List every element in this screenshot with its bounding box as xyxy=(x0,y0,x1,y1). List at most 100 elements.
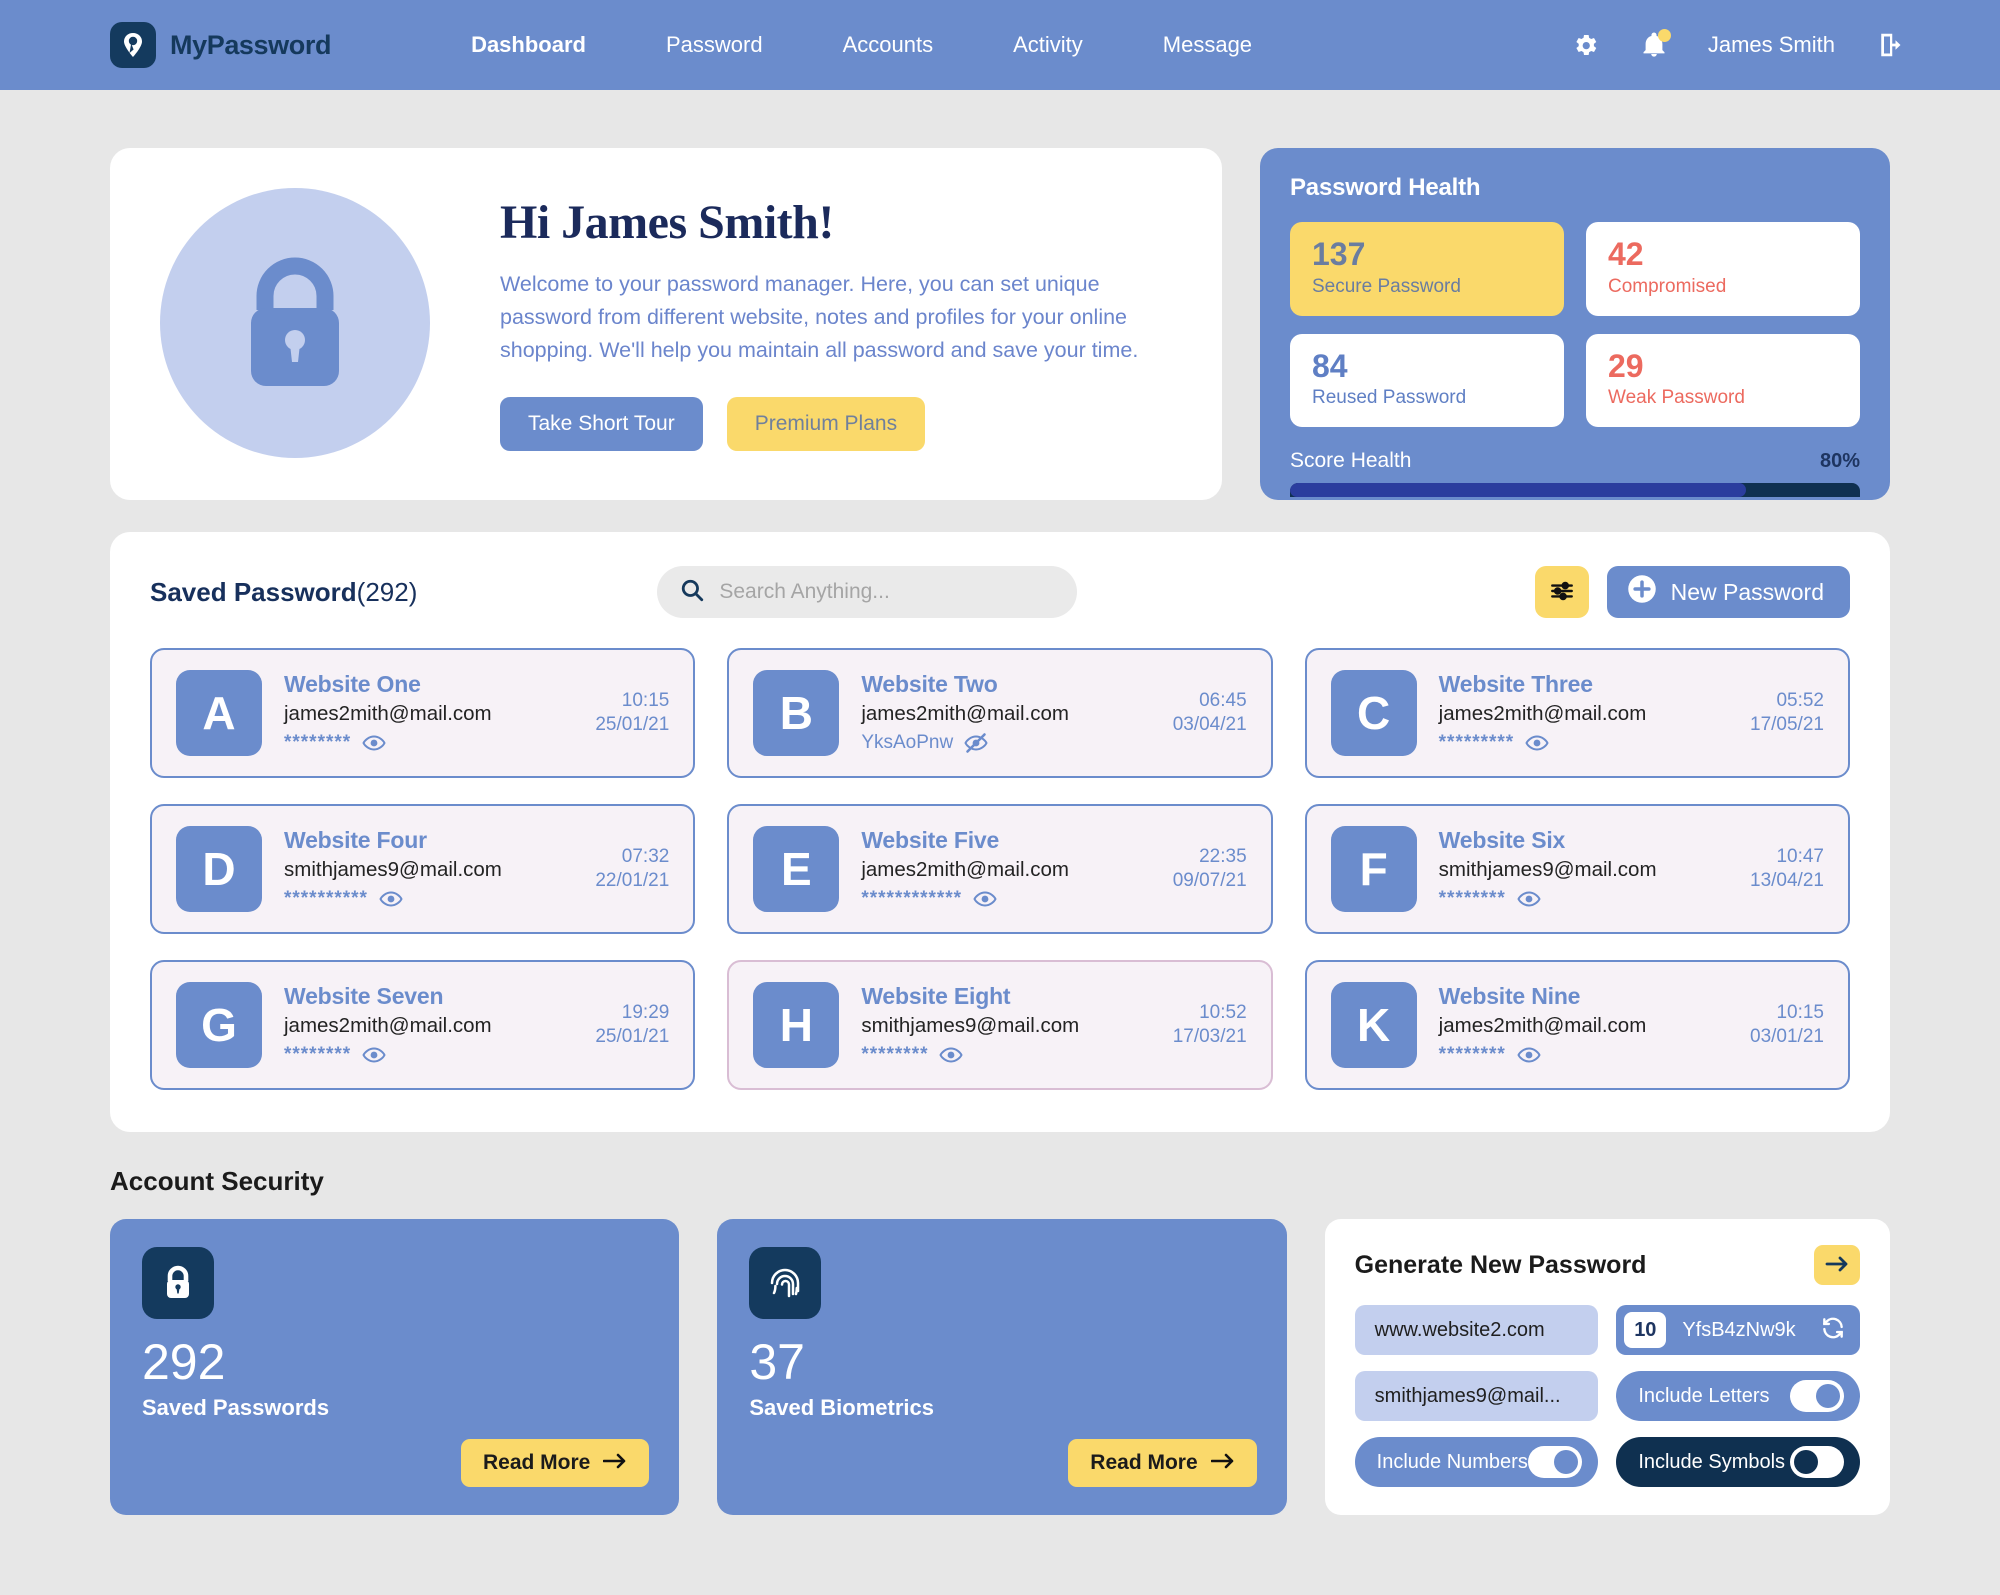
saved-biometrics-stat-card: 37 Saved Biometrics Read More xyxy=(717,1219,1287,1515)
stat-compromised[interactable]: 42 Compromised xyxy=(1586,222,1860,316)
account-email: james2mith@mail.com xyxy=(861,702,1069,725)
stat-label: Saved Biometrics xyxy=(749,1395,934,1420)
site-name: Website Five xyxy=(861,827,1000,853)
eye-icon[interactable] xyxy=(973,887,997,911)
nav-item-dashboard[interactable]: Dashboard xyxy=(431,32,626,58)
password-card[interactable]: H Website Eight smithjames9@mail.com ******… xyxy=(727,960,1273,1090)
stat-reused-password[interactable]: 84 Reused Password xyxy=(1290,333,1564,428)
brand-logo-group[interactable]: MyPassword xyxy=(110,22,331,68)
logout-icon[interactable] xyxy=(1875,30,1905,60)
toggle-label: Include Symbols xyxy=(1638,1450,1786,1473)
password-card[interactable]: G Website Seven james2mith@mail.com *******… xyxy=(150,960,696,1090)
date-value: 09/07/21 xyxy=(1172,870,1247,891)
hero-row: Hi James Smith! Welcome to your password… xyxy=(110,148,1890,500)
time-value: 07:32 xyxy=(621,845,670,867)
stat-value: 29 xyxy=(1608,347,1644,384)
saved-passwords-count: (292) xyxy=(356,576,418,607)
password-card-info: Website Nine james2mith@mail.com ******** xyxy=(1439,983,1728,1067)
password-length-badge[interactable]: 10 xyxy=(1624,1312,1667,1348)
account-email: james2mith@mail.com xyxy=(284,702,492,725)
eye-icon[interactable] xyxy=(362,1043,386,1067)
password-card-info: Website Three james2mith@mail.com ********… xyxy=(1439,671,1728,755)
arrow-right-icon xyxy=(1825,1256,1849,1275)
gear-icon[interactable] xyxy=(1570,30,1600,60)
time-value: 10:15 xyxy=(1776,1001,1824,1023)
password-card[interactable]: A Website One james2mith@mail.com ******** 1… xyxy=(150,648,696,778)
password-card-info: Website Four smithjames9@mail.com ********… xyxy=(284,827,573,911)
password-row: ******** xyxy=(1439,887,1728,911)
saved-passwords-panel: Saved Password(292) Search Anything... N… xyxy=(110,532,1890,1132)
main-navigation: Dashboard Password Accounts Activity Mes… xyxy=(431,32,1292,58)
password-row: ******** xyxy=(284,731,573,755)
search-input[interactable] xyxy=(719,580,1056,604)
filter-button[interactable] xyxy=(1534,566,1589,618)
nav-item-message[interactable]: Message xyxy=(1123,32,1292,58)
nav-item-accounts[interactable]: Accounts xyxy=(803,32,974,58)
toggle-include-numbers[interactable]: Include Numbers xyxy=(1354,1437,1599,1487)
read-more-button-biometrics[interactable]: Read More xyxy=(1068,1439,1257,1487)
time-value: 06:45 xyxy=(1199,689,1247,711)
stat-weak-password[interactable]: 29 Weak Password xyxy=(1586,333,1860,428)
refresh-icon[interactable] xyxy=(1820,1315,1846,1346)
toggle-switch[interactable] xyxy=(1528,1446,1583,1478)
eye-icon[interactable] xyxy=(379,887,403,911)
search-bar[interactable] xyxy=(657,566,1078,618)
password-card-info: Website Two james2mith@mail.com YksAoPnw xyxy=(861,671,1150,755)
welcome-title: Hi James Smith! xyxy=(500,195,834,249)
toggle-label: Include Numbers xyxy=(1376,1450,1528,1473)
stat-value: 84 xyxy=(1312,347,1348,384)
bell-icon[interactable] xyxy=(1640,29,1671,60)
stat-label: Reused Password xyxy=(1312,387,1467,409)
eye-icon[interactable] xyxy=(362,731,386,755)
password-card[interactable]: B Website Two james2mith@mail.com YksAoPnw 0… xyxy=(727,648,1273,778)
date-value: 22/01/21 xyxy=(595,870,670,891)
password-row: ******** xyxy=(284,1043,573,1067)
site-name: Website Seven xyxy=(284,983,444,1009)
eye-icon[interactable] xyxy=(1517,887,1541,911)
password-card[interactable]: F Website Six smithjames9@mail.com ********… xyxy=(1304,804,1850,934)
password-card[interactable]: E Website Five james2mith@mail.com ********… xyxy=(727,804,1273,934)
nav-item-password[interactable]: Password xyxy=(626,32,803,58)
toggle-switch[interactable] xyxy=(1789,1446,1844,1478)
password-timestamp: 19:29 25/01/21 xyxy=(595,1001,669,1050)
new-password-button[interactable]: New Password xyxy=(1606,566,1850,618)
date-value: 13/04/21 xyxy=(1750,870,1824,891)
password-card[interactable]: C Website Three james2mith@mail.com *******… xyxy=(1304,648,1850,778)
password-card[interactable]: D Website Four smithjames9@mail.com *******… xyxy=(150,804,696,934)
stat-label: Compromised xyxy=(1608,275,1727,297)
site-name: Website Two xyxy=(861,671,998,697)
toggle-include-symbols[interactable]: Include Symbols xyxy=(1616,1437,1860,1487)
password-card-info: Website Eight smithjames9@mail.com *******… xyxy=(861,983,1150,1067)
eye-icon[interactable] xyxy=(1525,731,1549,755)
time-value: 22:35 xyxy=(1199,845,1247,867)
password-value: ******** xyxy=(1438,888,1506,909)
password-card[interactable]: K Website Nine james2mith@mail.com ********… xyxy=(1304,960,1850,1090)
site-avatar: E xyxy=(753,826,840,912)
stat-secure-password[interactable]: 137 Secure Password xyxy=(1290,222,1564,316)
read-more-button-passwords[interactable]: Read More xyxy=(460,1439,650,1487)
score-health-bar-fill xyxy=(1290,483,1746,498)
toggle-include-letters[interactable]: Include Letters xyxy=(1616,1371,1860,1421)
take-short-tour-button[interactable]: Take Short Tour xyxy=(500,397,703,452)
password-card-info: Website One james2mith@mail.com ******** xyxy=(284,671,573,755)
email-input[interactable]: smithjames9@mail... xyxy=(1354,1371,1599,1421)
user-name[interactable]: James Smith xyxy=(1708,32,1835,58)
account-email: james2mith@mail.com xyxy=(1438,1014,1647,1037)
time-value: 19:29 xyxy=(621,1001,670,1023)
eye-icon[interactable] xyxy=(1517,1043,1541,1067)
date-value: 25/01/21 xyxy=(595,1026,670,1047)
website-input[interactable]: www.website2.com xyxy=(1354,1305,1599,1355)
saved-passwords-actions: New Password xyxy=(1534,566,1850,618)
eye-off-icon[interactable] xyxy=(964,731,988,755)
password-timestamp: 22:35 09/07/21 xyxy=(1173,845,1247,894)
toggle-switch[interactable] xyxy=(1789,1380,1844,1412)
eye-icon[interactable] xyxy=(939,1043,964,1067)
password-health-card: Password Health 137 Secure Password 42 C… xyxy=(1260,148,1890,500)
premium-plans-button[interactable]: Premium Plans xyxy=(726,397,926,452)
notification-dot xyxy=(1657,29,1671,42)
password-value: ******** xyxy=(284,732,352,753)
generate-password-go-button[interactable] xyxy=(1813,1245,1860,1285)
nav-item-activity[interactable]: Activity xyxy=(973,32,1123,58)
welcome-body: Hi James Smith! Welcome to your password… xyxy=(450,195,1172,452)
password-card-info: Website Seven james2mith@mail.com ******** xyxy=(284,983,573,1067)
